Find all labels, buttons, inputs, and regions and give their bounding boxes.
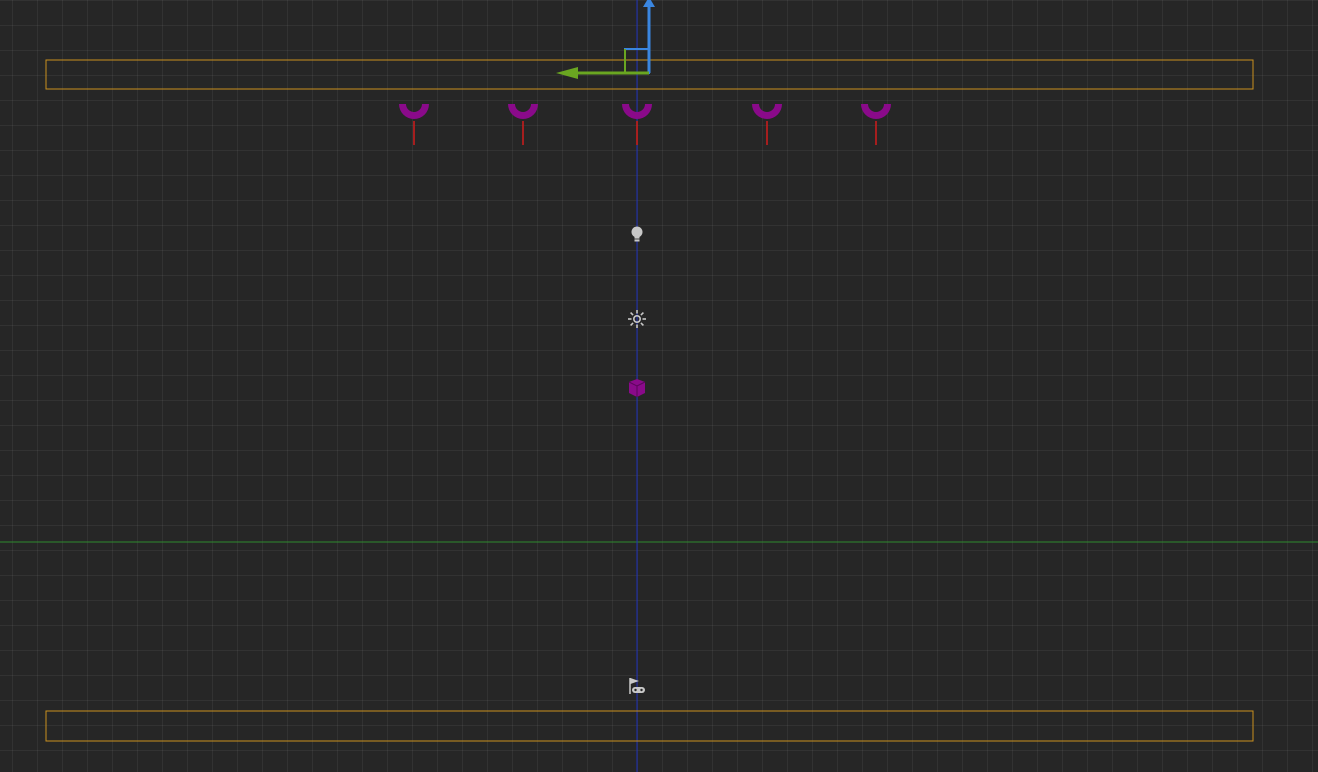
cube-icon bbox=[628, 379, 646, 397]
spawn-marker[interactable] bbox=[752, 104, 782, 145]
point-light-actor[interactable] bbox=[631, 226, 643, 242]
spawn-marker[interactable] bbox=[861, 104, 891, 145]
magnet-icon bbox=[508, 104, 538, 119]
magnet-icon bbox=[399, 104, 429, 119]
spawn-marker[interactable] bbox=[399, 104, 429, 145]
scene-canvas[interactable] bbox=[0, 0, 1318, 772]
bottom-bounds-box[interactable] bbox=[45, 710, 1254, 742]
lightbulb-icon bbox=[631, 226, 643, 242]
gizmo-left-arrow-icon[interactable] bbox=[556, 67, 578, 79]
magnet-icon bbox=[752, 104, 782, 119]
magnet-icon bbox=[861, 104, 891, 119]
object-actor[interactable] bbox=[628, 379, 646, 397]
transform-gizmo[interactable] bbox=[556, 0, 655, 79]
spawn-marker[interactable] bbox=[508, 104, 538, 145]
gizmo-up-arrow-icon[interactable] bbox=[643, 0, 655, 7]
editor-viewport[interactable] bbox=[0, 0, 1318, 772]
